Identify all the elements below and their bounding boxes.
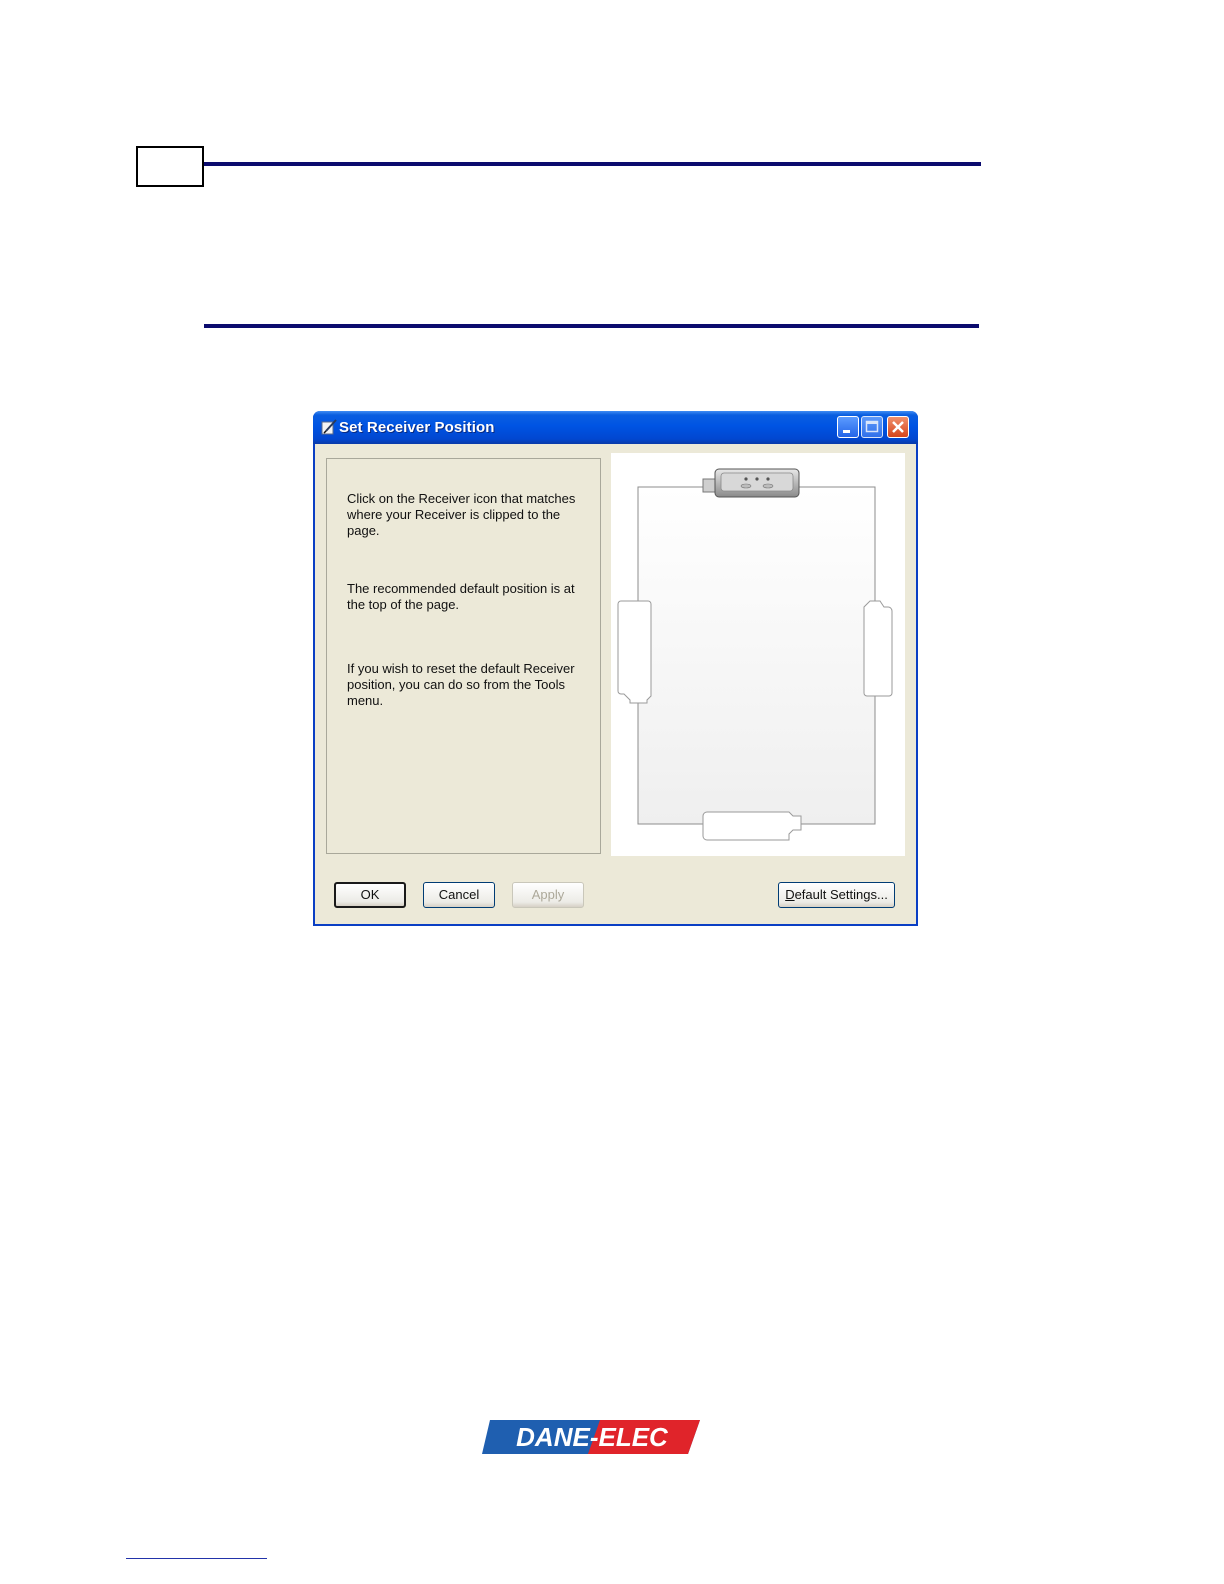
instructions-panel: Click on the Receiver icon that matches …: [326, 458, 601, 854]
instruction-text: The recommended default position is at t…: [347, 581, 575, 612]
header-rule-bottom: [204, 324, 979, 328]
minimize-button[interactable]: [837, 416, 859, 438]
receiver-bottom-icon[interactable]: [702, 811, 802, 841]
set-receiver-position-dialog: Set Receiver Position Click on the Recei…: [313, 411, 918, 926]
close-icon: [892, 421, 904, 433]
footer-rule: [126, 1558, 267, 1559]
default-settings-button[interactable]: Default Settings...: [778, 882, 895, 908]
default-settings-mnemonic: D: [785, 887, 795, 902]
maximize-icon: [865, 420, 879, 433]
ok-button[interactable]: OK: [334, 882, 406, 908]
receiver-position-picker: [611, 453, 905, 856]
dialog-title: Set Receiver Position: [339, 419, 495, 436]
maximize-button[interactable]: [861, 416, 883, 438]
cancel-button[interactable]: Cancel: [423, 882, 495, 908]
instruction-text: If you wish to reset the default Receive…: [347, 661, 575, 708]
instruction-text: Click on the Receiver icon that matches …: [347, 491, 576, 538]
receiver-left-icon[interactable]: [617, 600, 652, 704]
page-outline: [637, 486, 876, 825]
minimize-icon: [843, 430, 850, 433]
close-button[interactable]: [887, 416, 909, 438]
default-settings-label: efault Settings...: [794, 887, 888, 902]
pen-app-icon: [321, 419, 337, 435]
dane-elec-logo: DANE-ELEC: [482, 1420, 700, 1454]
page-number-box: [136, 146, 204, 187]
logo-text: DANE-ELEC: [516, 1422, 669, 1452]
page-diagram: [617, 468, 893, 841]
header-rule-top: [204, 162, 981, 166]
receiver-right-icon[interactable]: [863, 600, 893, 697]
receiver-top-icon[interactable]: [702, 468, 800, 498]
dialog-titlebar[interactable]: Set Receiver Position: [313, 411, 918, 444]
apply-button[interactable]: Apply: [512, 882, 584, 908]
